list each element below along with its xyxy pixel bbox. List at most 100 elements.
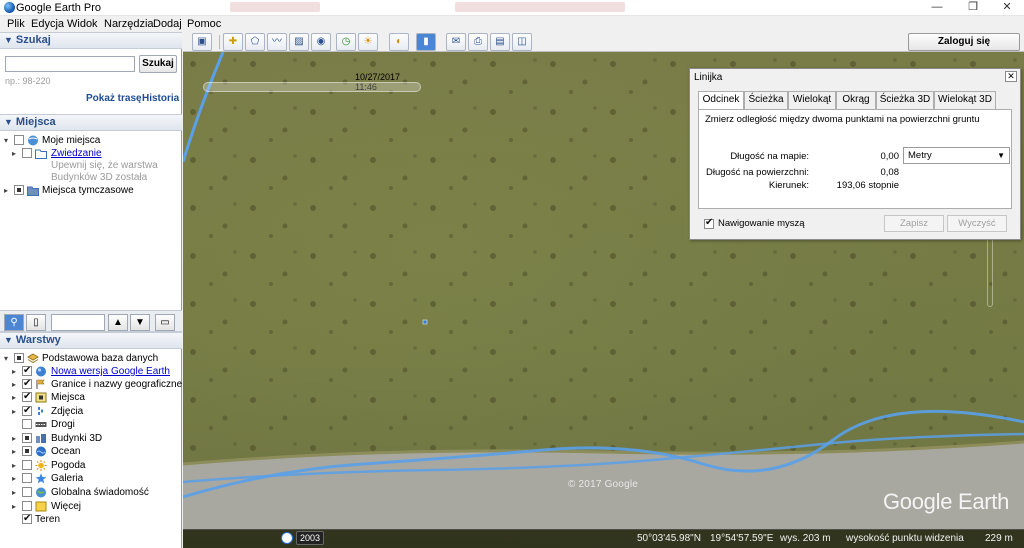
view-in-maps-icon[interactable]: ◫ [512, 33, 532, 51]
login-button[interactable]: Zaloguj się [908, 33, 1020, 51]
move-up-icon[interactable]: ▲ [108, 314, 128, 331]
record-tour-icon[interactable]: ◉ [311, 33, 331, 51]
checkbox[interactable] [22, 473, 32, 483]
places-filter-input[interactable] [51, 314, 105, 331]
layers-stack-icon [27, 353, 39, 364]
folder-menu-icon[interactable]: ▭ [155, 314, 175, 331]
menu-edit[interactable]: Edycja [31, 18, 64, 30]
tab-circle[interactable]: Okrąg [836, 91, 876, 109]
menu-add[interactable]: Dodaj [153, 18, 182, 30]
menu-bar: Plik Edycja Widok Narzędzia Dodaj Pomoc [0, 16, 1024, 32]
search-input[interactable] [5, 56, 135, 72]
checkbox[interactable] [22, 419, 32, 429]
time-slider-track[interactable] [203, 82, 421, 92]
tree-item-temporary-places[interactable]: ▸ Miejsca tymczasowe [0, 184, 182, 197]
add-placemark-icon[interactable]: ✚ [223, 33, 243, 51]
ruler-icon[interactable]: ▮ [416, 33, 436, 51]
add-path-icon[interactable]: 〰 [267, 33, 287, 51]
checkbox[interactable] [704, 217, 714, 229]
unit-select[interactable]: Metry ▼ [903, 147, 1010, 164]
tree-item-note-text: Budynków 3D została [51, 172, 148, 183]
checkbox[interactable] [22, 501, 32, 511]
move-down-icon[interactable]: ▼ [130, 314, 150, 331]
expand-arrow-icon[interactable]: ▸ [12, 445, 16, 458]
history-link[interactable]: Historia [142, 93, 179, 104]
places-panel-header[interactable]: ▼ Miejsca [0, 114, 182, 131]
checkbox[interactable] [22, 404, 32, 417]
expand-arrow-icon[interactable]: ▸ [12, 459, 16, 472]
zoom-slider[interactable] [987, 237, 993, 307]
tab-segment[interactable]: Odcinek [698, 91, 744, 110]
layer-weather[interactable]: ▸ Pogoda [0, 459, 182, 472]
expand-arrow-icon[interactable]: ▸ [4, 184, 8, 197]
tab-polygon-3d[interactable]: Wielokąt 3D [934, 91, 996, 109]
menu-view[interactable]: Widok [67, 18, 98, 30]
checkbox[interactable] [22, 460, 32, 470]
clear-button[interactable]: Wyczyść [947, 215, 1007, 232]
menu-tools[interactable]: Narzędzia [104, 18, 154, 30]
expand-arrow-icon[interactable]: ▸ [12, 391, 16, 404]
search-panel-header[interactable]: ▼ Szukaj [0, 32, 182, 49]
layer-photos[interactable]: ▸ Zdjęcia [0, 404, 182, 418]
add-polygon-icon[interactable]: ⬠ [245, 33, 265, 51]
panel-toggle-icon[interactable]: ▯ [26, 314, 46, 331]
checkbox[interactable] [14, 135, 24, 145]
layer-places[interactable]: ▸ Miejsca [0, 390, 182, 404]
expand-arrow-icon[interactable]: ▸ [12, 405, 16, 418]
expand-arrow-icon[interactable]: ▸ [12, 500, 16, 513]
tab-path-3d[interactable]: Ścieżka 3D [876, 91, 934, 109]
show-route-link[interactable]: Pokaż trasę [86, 93, 142, 104]
collapse-arrow-icon[interactable]: ▾ [4, 352, 8, 365]
layer-ocean[interactable]: ▸ Ocean [0, 445, 182, 458]
checkbox[interactable] [14, 353, 24, 363]
expand-arrow-icon[interactable]: ▸ [12, 486, 16, 499]
search-button[interactable]: Szukaj [139, 55, 177, 73]
checkbox[interactable] [22, 512, 32, 525]
close-icon[interactable]: ✕ [992, 0, 1022, 14]
collapse-triangle-icon: ▼ [4, 35, 13, 45]
main-toolbar: ▣ ✚ ⬠ 〰 ▨ ◉ ◷ ☀ ◐ ▮ ✉ ⎙ ▤ ◫ Zaloguj się [183, 32, 1024, 52]
email-icon[interactable]: ✉ [446, 33, 466, 51]
close-icon[interactable]: ✕ [1005, 71, 1017, 82]
tab-path[interactable]: Ścieżka [744, 91, 788, 109]
checkbox[interactable] [22, 148, 32, 158]
expand-arrow-icon[interactable]: ▸ [12, 365, 16, 378]
layer-roads[interactable]: Drogi [0, 418, 182, 431]
expand-arrow-icon[interactable]: ▸ [12, 472, 16, 485]
maximize-icon[interactable]: ❐ [958, 0, 988, 14]
weather-sun-icon [35, 460, 47, 471]
sunlight-icon[interactable]: ☀ [358, 33, 378, 51]
print-icon[interactable]: ⎙ [468, 33, 488, 51]
tree-item-label: Miejsca tymczasowe [42, 185, 134, 196]
search-places-icon[interactable]: ⚲ [4, 314, 24, 331]
save-image-icon[interactable]: ▤ [490, 33, 510, 51]
tree-item-my-places[interactable]: ▾ Moje miejsca [0, 134, 182, 147]
checkbox[interactable] [22, 364, 32, 377]
layer-global-awareness[interactable]: ▸ Globalna świadomość [0, 486, 182, 499]
checkbox[interactable] [22, 377, 32, 390]
expand-arrow-icon[interactable]: ▸ [12, 432, 16, 445]
checkbox[interactable] [22, 487, 32, 497]
time-slider[interactable]: 10/27/2017 11:46 [203, 70, 421, 92]
add-image-overlay-icon[interactable]: ▨ [289, 33, 309, 51]
planets-icon[interactable]: ◐ [389, 33, 409, 51]
menu-help[interactable]: Pomoc [187, 18, 221, 30]
sidebar-toggle-icon[interactable]: ▣ [192, 33, 212, 51]
checkbox[interactable] [22, 433, 32, 443]
checkbox[interactable] [22, 446, 32, 456]
layer-gallery[interactable]: ▸ Galeria [0, 472, 182, 485]
historical-clock-icon[interactable] [281, 532, 293, 544]
checkbox[interactable] [14, 185, 24, 195]
layer-terrain[interactable]: Teren [0, 512, 182, 526]
checkbox[interactable] [22, 390, 32, 403]
save-button[interactable]: Zapisz [884, 215, 944, 232]
layer-link[interactable]: Nowa wersja Google Earth [51, 365, 170, 378]
collapse-arrow-icon[interactable]: ▾ [4, 134, 8, 147]
layers-panel-header[interactable]: ▼ Warstwy [0, 332, 182, 349]
layer-3d-buildings[interactable]: ▸ Budynki 3D [0, 432, 182, 445]
minimize-icon[interactable]: — [922, 0, 952, 14]
historical-imagery-icon[interactable]: ◷ [336, 33, 356, 51]
menu-file[interactable]: Plik [7, 18, 25, 30]
expand-arrow-icon[interactable]: ▸ [12, 378, 16, 391]
tab-polygon[interactable]: Wielokąt [788, 91, 836, 109]
